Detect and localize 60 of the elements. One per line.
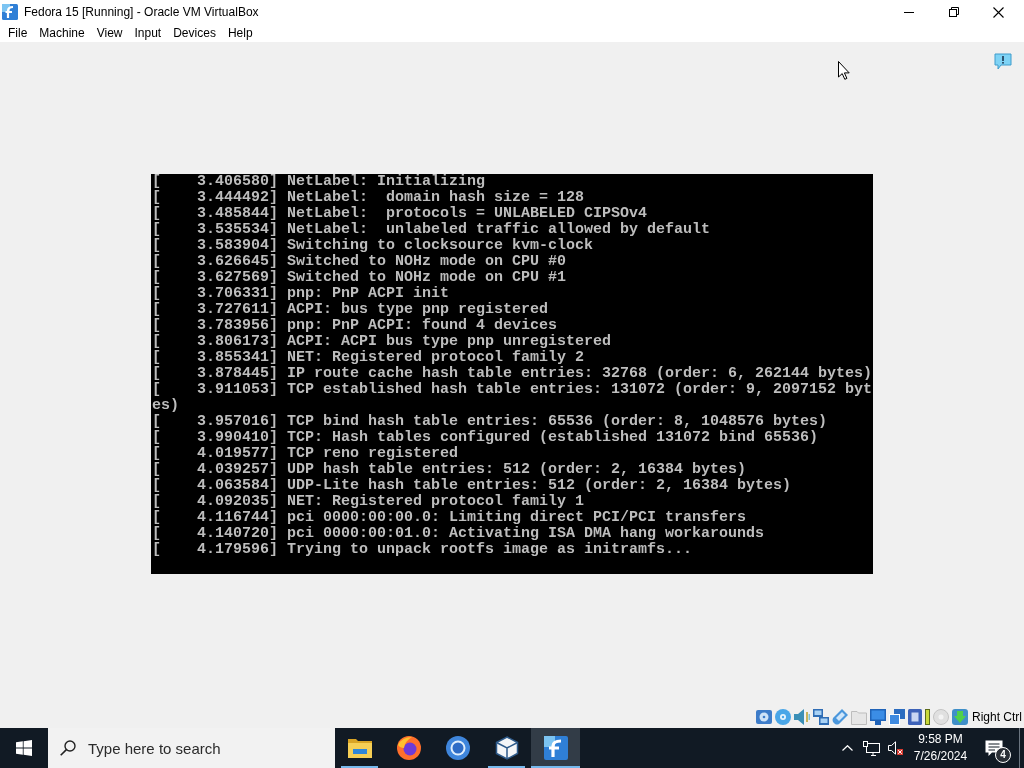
menu-item[interactable]: Input [128,24,168,42]
console-line: [ 3.627569] Switched to NOHz mode on CPU #1 [152,270,568,286]
console-line: [ 3.706331] pnp: PnP ACPI init [152,286,451,302]
clock-time[interactable]: 9:58 PM [918,731,963,748]
console-line: [ 4.140720] pci 0000:00:01.0: Activating ISA DMA hang workarounds [152,526,766,542]
network-icon[interactable] [813,709,829,725]
search-icon [60,740,76,756]
search-field[interactable]: Type here to search [48,728,335,768]
console-line: [ 4.019577] TCP reno registered [152,446,460,462]
ring-icon [445,736,470,760]
menu-item[interactable]: View [90,24,129,42]
window-title: Fedora 15 [Running] - Oracle VM VirtualBox [24,5,260,19]
console-line: [ 3.878445] IP route cache hash table entries: 32768 (order: 6, 262144 bytes) [152,366,873,382]
console-line: [ 3.911053] TCP established hash table entries: 131072 (order: 9, 2097152 bytes) [152,382,873,414]
cube-icon [494,736,519,760]
console-line: [ 3.727611] ACPI: bus type pnp registered [152,302,550,318]
console-line: [ 4.039257] UDP hash table entries: 512 (order: 2, 16384 bytes) [152,462,748,478]
menu-item[interactable]: Help [221,24,259,42]
console-line: [ 3.806173] ACPI: ACPI bus type pnp unregistered [152,334,613,350]
clock-date[interactable]: 7/26/2024 [913,748,968,765]
windows-logo-icon [16,740,32,756]
notification-badge: 4 [995,747,1011,763]
message-alert-icon[interactable] [994,53,1012,70]
console-line: [ 3.406580] NetLabel: Initializing [152,174,487,190]
console-line: [ 4.092035] NET: Registered protocol family 1 [152,494,586,510]
console-line: [ 3.583904] Switching to clocksource kvm-clock [152,238,595,254]
hard-disk-icon[interactable] [756,709,772,725]
console-line: [ 4.116744] pci 0000:00:00.0: Limiting direct PCI/PCI transfers [152,510,748,526]
menu-item[interactable]: File [2,24,34,42]
console-line: [ 3.855341] NET: Registered protocol family 2 [152,350,586,366]
speaker-icon[interactable] [794,709,810,725]
host-key-label: Right Ctrl [972,710,1022,724]
mouse-pointer-icon [838,61,850,80]
usb-stick-icon[interactable] [832,709,848,725]
console-line: [ 3.783956] pnp: PnP ACPI: found 4 devices [152,318,559,334]
console-line: [ 3.485844] NetLabel: protocols = UNLABELED CIPSOv4 [152,206,649,222]
menu-item[interactable]: Devices [167,24,222,42]
chevron-up-icon [841,745,853,751]
chip-icon[interactable] [908,709,922,725]
taskbar-app-button[interactable] [531,728,580,768]
network-icon [862,740,880,756]
console-line: [ 3.535534] NetLabel: unlabeled traffic allowed by default [152,222,712,238]
folder-icon [347,738,372,758]
globe-icon [396,736,421,760]
close-icon [993,6,1004,18]
console-line: [ 4.179596] Trying to unpack rootfs image as initramfs... [152,542,694,558]
speaker-muted-icon [887,740,903,756]
console-line: [ 3.990410] TCP: Hash tables configured (established 131072 bind 65536) [152,430,820,446]
restore-icon [948,7,959,17]
notification-button[interactable]: 4 [974,728,1014,768]
stacked-windows-icon[interactable] [889,709,905,725]
console-line: [ 3.444492] NetLabel: domain hash size = 128 [152,190,586,206]
minimize-icon [903,11,914,13]
menu-item[interactable]: Machine [33,24,91,42]
console-line: [ 3.626645] Switched to NOHz mode on CPU #0 [152,254,568,270]
console-line: [ 4.063584] UDP-Lite hash table entries: 512 (order: 2, 16384 bytes) [152,478,793,494]
monitor-icon[interactable] [870,709,886,725]
load-bar-icon [925,709,930,725]
app-tile-icon [543,736,568,760]
console-line: [ 3.957016] TCP bind hash table entries: 65536 (order: 8, 1048576 bytes) [152,414,829,430]
